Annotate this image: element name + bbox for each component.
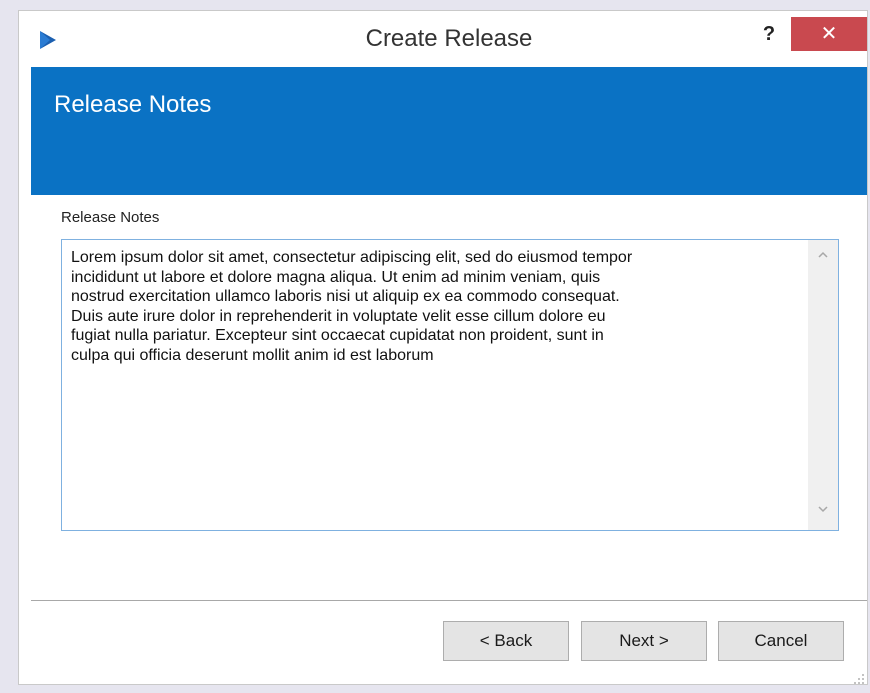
window-title: Create Release [365, 25, 533, 52]
cancel-button[interactable]: Cancel [718, 621, 844, 661]
next-button[interactable]: Next > [581, 621, 707, 661]
help-button[interactable]: ? [755, 19, 783, 49]
close-button[interactable]: ✕ [791, 17, 867, 51]
footer-divider [31, 600, 867, 601]
title-bar[interactable]: Create Release ? ✕ [19, 11, 867, 67]
back-button[interactable]: < Back [443, 621, 569, 661]
banner-title: Release Notes [54, 91, 212, 118]
scroll-down-arrow-icon[interactable] [808, 502, 838, 522]
header-banner: Release Notes [31, 67, 867, 195]
release-notes-label: Release Notes [61, 209, 160, 226]
resize-grip-icon[interactable] [853, 673, 865, 685]
scroll-up-arrow-icon[interactable] [808, 248, 838, 268]
create-release-dialog: Create Release ? ✕ Release Notes Release… [18, 10, 868, 685]
release-notes-text[interactable]: Lorem ipsum dolor sit amet, consectetur … [71, 248, 801, 365]
release-notes-textarea[interactable]: Lorem ipsum dolor sit amet, consectetur … [61, 239, 839, 531]
vertical-scrollbar[interactable] [808, 240, 838, 530]
